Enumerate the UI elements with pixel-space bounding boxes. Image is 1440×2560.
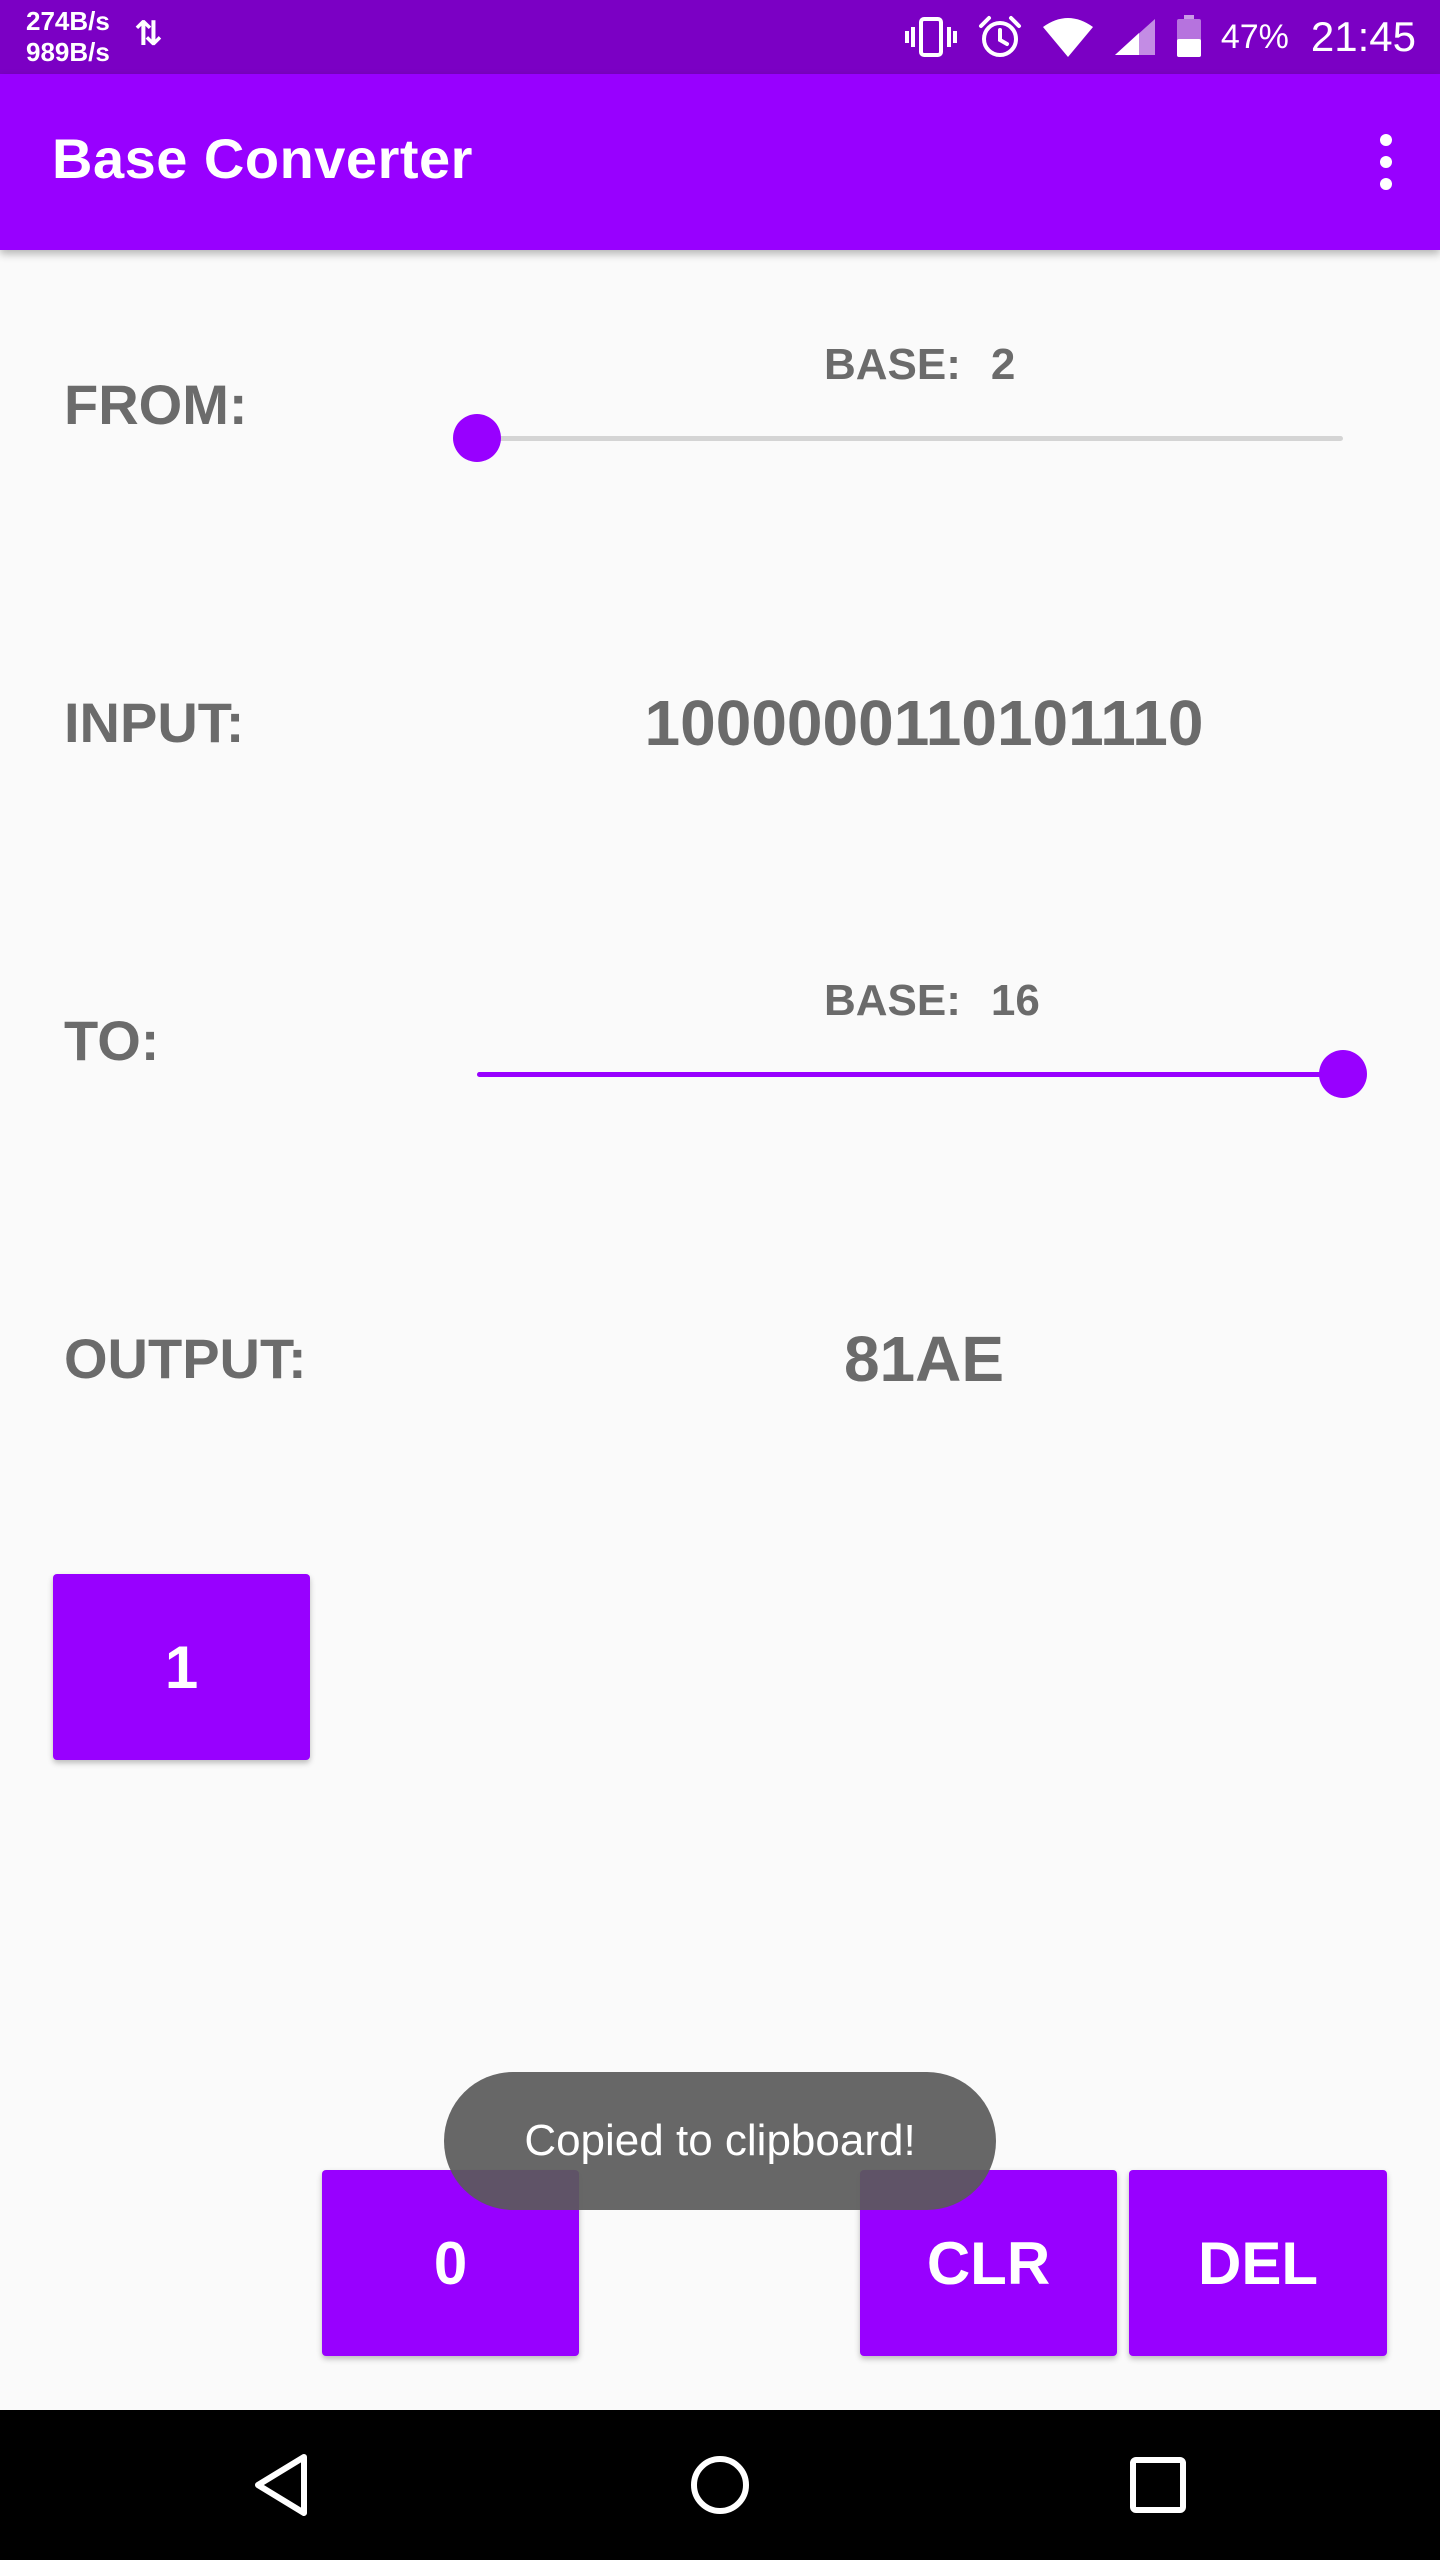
status-bar: 274B/s 989B/s ⇅ 47% 21:45: [0, 0, 1440, 74]
input-label: INPUT:: [64, 691, 245, 754]
app-title: Base Converter: [52, 127, 473, 190]
network-speed: 274B/s 989B/s: [26, 6, 110, 68]
app-bar: Base Converter: [0, 74, 1440, 250]
recents-icon[interactable]: [1088, 2410, 1228, 2560]
wifi-icon: [1041, 17, 1095, 57]
battery-percent: 47%: [1220, 17, 1289, 56]
input-value[interactable]: 1000000110101110: [477, 686, 1371, 760]
output-label: OUTPUT:: [64, 1327, 307, 1390]
from-base-display: BASE: 2: [824, 340, 1015, 390]
back-icon[interactable]: [212, 2410, 352, 2560]
output-value[interactable]: 81AE: [477, 1322, 1371, 1396]
upload-speed: 274B/s: [26, 6, 110, 36]
to-base-label: BASE:: [824, 976, 961, 1025]
to-base-display: BASE: 16: [824, 976, 1040, 1026]
from-slider-thumb[interactable]: [453, 414, 501, 462]
to-base-value: 16: [990, 976, 1040, 1025]
to-label: TO:: [64, 1009, 160, 1072]
from-base-label: BASE:: [824, 340, 961, 389]
data-transfer-icon: ⇅: [134, 14, 163, 54]
from-base-value: 2: [990, 340, 1016, 389]
navigation-bar: [0, 2410, 1440, 2560]
to-slider-fill: [477, 1072, 1343, 1077]
battery-icon: [1175, 15, 1203, 59]
delete-button[interactable]: DEL: [1129, 2170, 1387, 2356]
toast-message: Copied to clipboard!: [444, 2072, 996, 2210]
vibrate-icon: [903, 17, 959, 57]
from-label: FROM:: [64, 373, 248, 436]
download-speed: 989B/s: [26, 37, 110, 67]
cell-signal-icon: [1113, 17, 1157, 57]
key-one-button[interactable]: 1: [53, 1574, 310, 1760]
alarm-icon: [977, 14, 1023, 60]
to-base-slider[interactable]: [477, 1050, 1367, 1098]
overflow-menu-icon[interactable]: [1354, 114, 1418, 210]
from-base-slider[interactable]: [453, 414, 1343, 462]
clock: 21:45: [1310, 13, 1416, 60]
to-slider-thumb[interactable]: [1319, 1050, 1367, 1098]
home-icon[interactable]: [650, 2410, 790, 2560]
